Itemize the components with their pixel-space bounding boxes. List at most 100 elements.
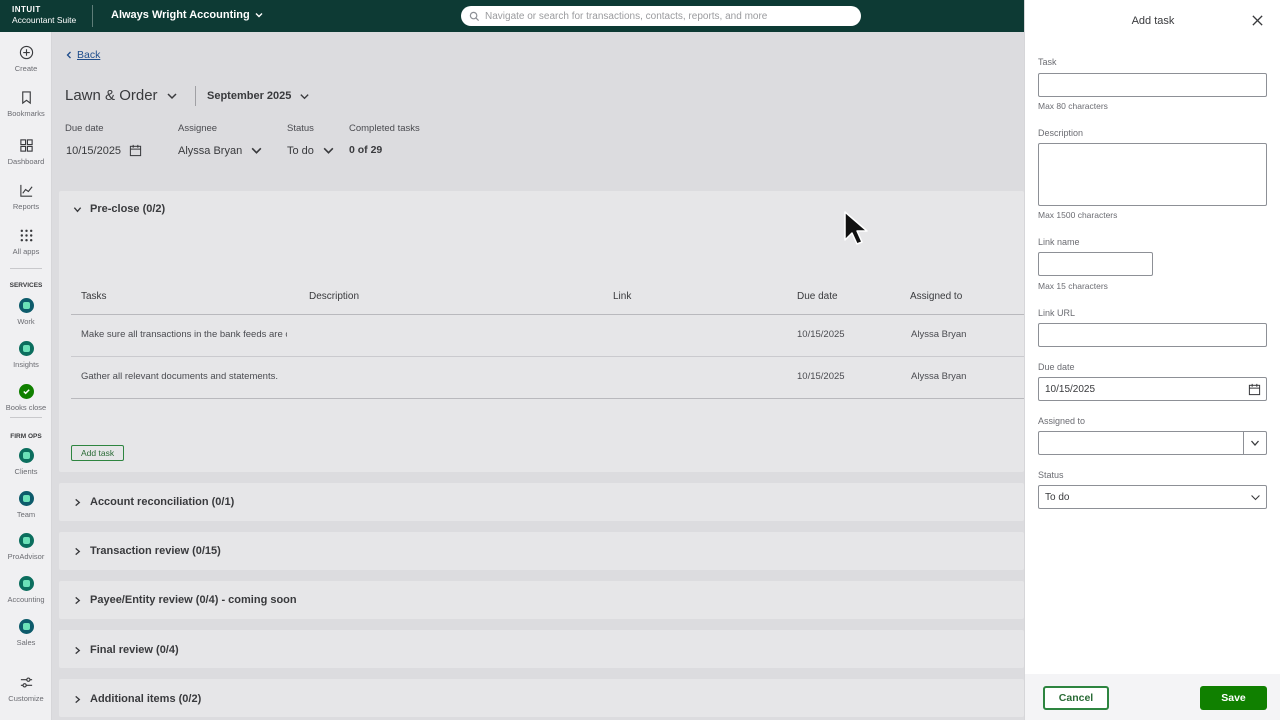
calendar-icon[interactable] (1248, 383, 1261, 396)
nav-create[interactable]: Create (0, 45, 52, 73)
intuit-logo[interactable]: INTUIT Accountant Suite (12, 6, 76, 25)
firm-ops-header: FIRM OPS (10, 433, 42, 440)
link-url-input[interactable] (1038, 323, 1267, 347)
column-header-description[interactable]: Description (309, 291, 359, 302)
nav-label: Team (16, 510, 36, 519)
nav-label: Customize (8, 694, 44, 703)
section-toggle-account-reconciliation[interactable]: Account reconciliation (0/1) (73, 496, 234, 508)
nav-books-close[interactable]: Books close (0, 384, 52, 412)
search-placeholder: Navigate or search for transactions, con… (485, 10, 768, 22)
add-task-drawer: Add task Task Max 80 characters Descript… (1024, 0, 1280, 720)
status-value: To do (287, 144, 314, 157)
back-link[interactable]: Back (65, 49, 100, 61)
column-header-assigned-to[interactable]: Assigned to (910, 291, 962, 302)
services-header: SERVICES (9, 282, 43, 289)
clients-icon (18, 448, 34, 463)
main-content: Back Lawn & Order September 2025 Due dat… (53, 32, 1024, 720)
table-header-divider (71, 314, 1024, 315)
close-icon[interactable] (1251, 14, 1264, 27)
chevron-right-icon (75, 646, 81, 654)
task-input[interactable] (1038, 73, 1267, 97)
chevron-down-icon (1251, 440, 1259, 446)
due-date-field-label: Due date (1038, 362, 1075, 372)
drawer-title: Add task (1131, 15, 1175, 27)
period-selector[interactable]: September 2025 (207, 90, 310, 102)
completed-tasks-value: 0 of 29 (349, 144, 383, 156)
assignee-label: Assignee (178, 123, 218, 134)
company-switcher[interactable]: Always Wright Accounting (111, 9, 264, 21)
link-url-field-label: Link URL (1038, 308, 1076, 318)
search-icon (469, 11, 480, 21)
chevron-right-icon (75, 596, 81, 604)
column-header-due-date[interactable]: Due date (797, 291, 838, 302)
section-title: Transaction review (0/15) (90, 545, 221, 557)
plus-circle-icon (19, 45, 33, 60)
nav-proadvisor[interactable]: ProAdvisor (0, 533, 52, 561)
column-header-link[interactable]: Link (613, 291, 631, 302)
assignee-value: Alyssa Bryan (178, 144, 243, 157)
assignee-dropdown[interactable]: Alyssa Bryan (178, 144, 263, 157)
nav-bookmarks[interactable]: Bookmarks (0, 90, 52, 118)
status-label: Status (287, 123, 314, 134)
assigned-to-combobox[interactable] (1038, 431, 1267, 455)
divider (92, 5, 93, 27)
status-select[interactable]: To do (1038, 485, 1267, 509)
description-textarea[interactable] (1038, 143, 1267, 206)
nav-label: Work (17, 317, 35, 326)
task-assignee: Alyssa Bryan (911, 329, 967, 340)
nav-team[interactable]: Team (0, 491, 52, 519)
nav-sales[interactable]: Sales (0, 619, 52, 647)
accounting-icon (18, 576, 34, 591)
period-label: September 2025 (207, 90, 292, 102)
nav-dashboard[interactable]: Dashboard (0, 138, 52, 166)
company-name: Always Wright Accounting (111, 9, 250, 21)
nav-label: Insights (13, 360, 39, 369)
nav-all-apps[interactable]: All apps (0, 228, 52, 256)
description-hint: Max 1500 characters (1038, 210, 1118, 220)
section-toggle-transaction-review[interactable]: Transaction review (0/15) (73, 545, 221, 557)
chevron-down-icon (323, 147, 334, 154)
row-divider (71, 398, 1024, 399)
chevron-right-icon (75, 547, 81, 555)
nav-work[interactable]: Work (0, 298, 52, 326)
global-search-input[interactable]: Navigate or search for transactions, con… (461, 6, 861, 26)
task-assignee: Alyssa Bryan (911, 371, 967, 382)
due-date-input[interactable]: 10/15/2025 (1038, 377, 1267, 401)
apps-grid-icon (20, 229, 32, 242)
client-selector[interactable]: Lawn & Order (65, 87, 178, 104)
section-toggle-payee-entity-review[interactable]: Payee/Entity review (0/4) - coming soon (73, 594, 297, 606)
nav-label: Clients (14, 467, 38, 476)
assigned-to-field-label: Assigned to (1038, 416, 1086, 426)
section-toggle-additional-items[interactable]: Additional items (0/2) (73, 693, 201, 705)
section-toggle-final-review[interactable]: Final review (0/4) (73, 644, 179, 656)
bookmark-icon (21, 91, 31, 105)
nav-accounting[interactable]: Accounting (0, 576, 52, 604)
completed-tasks-label: Completed tasks (349, 123, 420, 134)
due-date-picker[interactable]: 10/15/2025 (66, 144, 142, 157)
nav-reports[interactable]: Reports (0, 183, 52, 211)
add-task-button[interactable]: Add task (71, 445, 125, 461)
nav-label: Books close (5, 403, 47, 412)
cancel-button[interactable]: Cancel (1043, 686, 1109, 710)
chevron-down-icon (251, 147, 262, 154)
back-label: Back (77, 49, 101, 61)
assigned-to-dropdown-button[interactable] (1243, 432, 1266, 454)
work-icon (18, 298, 34, 313)
link-name-input[interactable] (1038, 252, 1153, 276)
task-hint: Max 80 characters (1038, 101, 1108, 111)
save-button[interactable]: Save (1200, 686, 1267, 710)
preclose-toggle[interactable]: Pre-close (0/2) (73, 203, 165, 215)
page-title: Lawn & Order (65, 87, 158, 104)
chevron-down-icon (73, 206, 82, 212)
chevron-down-icon (255, 13, 263, 18)
nav-insights[interactable]: Insights (0, 341, 52, 369)
description-field-label: Description (1038, 128, 1084, 138)
due-date-value: 10/15/2025 (1045, 383, 1096, 395)
status-dropdown[interactable]: To do (287, 144, 335, 157)
nav-customize[interactable]: Customize (0, 675, 52, 703)
column-header-tasks[interactable]: Tasks (81, 291, 107, 302)
proadvisor-icon (18, 533, 34, 548)
chevron-right-icon (75, 695, 81, 703)
nav-clients[interactable]: Clients (0, 448, 52, 476)
task-due-date: 10/15/2025 (797, 371, 845, 382)
